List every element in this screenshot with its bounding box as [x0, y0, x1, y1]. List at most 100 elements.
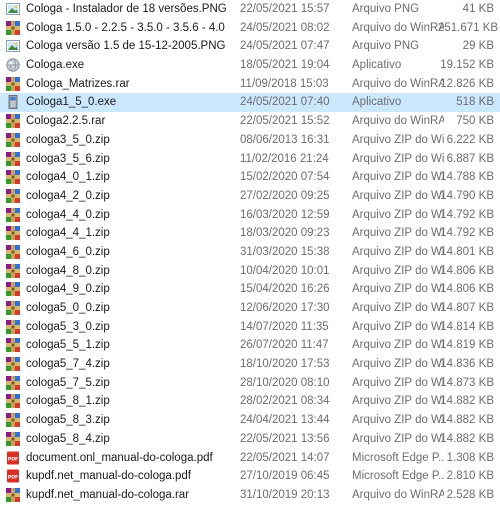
file-size: 19.152 KB: [440, 59, 494, 72]
file-row[interactable]: cologa5_7_4.zip 18/10/2020 17:53 Arquivo…: [0, 355, 500, 374]
file-type: Aplicativo: [352, 59, 402, 72]
file-date-modified: 27/02/2020 09:25: [240, 189, 330, 202]
file-date-modified: 22/05/2021 15:57: [240, 3, 330, 15]
file-date-modified: 18/10/2020 17:53: [240, 358, 330, 371]
svg-text:PDF: PDF: [8, 456, 18, 462]
file-size: 14.882 KB: [440, 414, 494, 427]
file-row[interactable]: cologa4_9_0.zip 15/04/2020 16:26 Arquivo…: [0, 280, 500, 299]
file-row[interactable]: PDF document.onl_manual-do-cologa.pdf 22…: [0, 449, 500, 468]
file-type: Aplicativo: [352, 96, 402, 109]
file-name: cologa5_8_4.zip: [26, 432, 110, 445]
file-type: Arquivo do WinRAR: [352, 115, 444, 128]
file-type: Arquivo ZIP do Wi...: [352, 395, 444, 408]
file-row[interactable]: Cologa2.2.5.rar 22/05/2021 15:52 Arquivo…: [0, 112, 500, 131]
file-row[interactable]: Cologa versão 1.5 de 15-12-2005.PNG 24/0…: [0, 37, 500, 56]
file-date-modified: 15/02/2020 07:54: [240, 171, 330, 184]
file-type: Arquivo ZIP do Wi...: [352, 320, 444, 333]
file-type: Arquivo ZIP do Wi...: [352, 208, 444, 221]
winrar-archive-icon: [6, 487, 20, 502]
file-date-modified: 08/06/2013 16:31: [240, 133, 330, 146]
file-type: Arquivo ZIP do Wi...: [352, 283, 444, 296]
file-size: 41 KB: [462, 3, 494, 15]
file-date-modified: 27/10/2019 06:45: [240, 470, 330, 483]
file-row[interactable]: cologa5_7_5.zip 28/10/2020 08:10 Arquivo…: [0, 374, 500, 393]
installer-icon: [6, 95, 20, 110]
file-row[interactable]: Cologa - Instalador de 18 versões.PNG 22…: [0, 0, 500, 19]
file-date-modified: 28/10/2020 08:10: [240, 376, 330, 389]
file-type: Arquivo do WinRAR: [352, 21, 444, 34]
file-row[interactable]: Cologa 1.5.0 - 2.2.5 - 3.5.0 - 3.5.6 - 4…: [0, 19, 500, 38]
image-file-icon: [6, 39, 20, 53]
file-name: cologa5_3_0.zip: [26, 320, 110, 333]
file-name: cologa4_0_1.zip: [26, 171, 110, 184]
winrar-archive-icon: [6, 76, 20, 91]
file-size: 14.814 KB: [440, 320, 494, 333]
file-name: cologa5_7_4.zip: [26, 358, 110, 371]
file-date-modified: 12/06/2020 17:30: [240, 302, 330, 314]
file-type: Arquivo ZIP do Wi...: [352, 152, 444, 165]
file-row[interactable]: cologa3_5_0.zip 08/06/2013 16:31 Arquivo…: [0, 131, 500, 150]
file-row[interactable]: PDF kupdf.net_manual-do-cologa.pdf 27/10…: [0, 467, 500, 486]
file-date-modified: 22/05/2021 15:52: [240, 115, 330, 128]
file-row[interactable]: cologa5_0_0.zip 12/06/2020 17:30 Arquivo…: [0, 299, 500, 318]
file-row[interactable]: cologa4_2_0.zip 27/02/2020 09:25 Arquivo…: [0, 187, 500, 206]
pdf-file-icon: PDF: [6, 451, 20, 465]
file-name: cologa4_2_0.zip: [26, 189, 110, 202]
file-name: Cologa1_5_0.exe: [26, 96, 117, 109]
file-row[interactable]: cologa5_8_4.zip 22/05/2021 13:56 Arquivo…: [0, 430, 500, 449]
winrar-archive-icon: [6, 263, 20, 278]
file-name: cologa5_8_1.zip: [26, 395, 110, 408]
file-row[interactable]: Cologa_Matrizes.rar 11/09/2018 15:03 Arq…: [0, 75, 500, 94]
file-row[interactable]: cologa4_8_0.zip 10/04/2020 10:01 Arquivo…: [0, 262, 500, 281]
file-type: Arquivo ZIP do Wi...: [352, 358, 444, 371]
file-size: 14.819 KB: [440, 339, 494, 352]
file-row[interactable]: cologa5_8_3.zip 24/04/2021 13:44 Arquivo…: [0, 411, 500, 430]
file-date-modified: 18/03/2020 09:23: [240, 227, 330, 240]
winrar-archive-icon: [6, 338, 20, 353]
file-row[interactable]: Cologa1_5_0.exe 24/05/2021 07:40 Aplicat…: [0, 93, 500, 113]
file-date-modified: 28/02/2021 08:34: [240, 395, 330, 408]
file-date-modified: 24/05/2021 08:02: [240, 21, 330, 34]
file-date-modified: 26/07/2020 11:47: [240, 339, 329, 352]
file-type: Arquivo ZIP do Wi...: [352, 227, 444, 240]
file-date-modified: 22/05/2021 14:07: [240, 451, 330, 464]
file-date-modified: 11/09/2018 15:03: [240, 77, 329, 90]
file-row[interactable]: kupdf.net_manual-do-cologa.rar 31/10/201…: [0, 486, 500, 505]
file-type: Arquivo ZIP do Wi...: [352, 339, 444, 352]
file-row[interactable]: cologa5_3_0.zip 14/07/2020 11:35 Arquivo…: [0, 318, 500, 337]
file-size: 14.836 KB: [440, 358, 494, 371]
winrar-archive-icon: [6, 431, 20, 446]
file-name: kupdf.net_manual-do-cologa.rar: [26, 488, 190, 501]
file-size: 12.826 KB: [440, 77, 494, 90]
file-size: 29 KB: [462, 40, 494, 53]
file-row[interactable]: cologa4_6_0.zip 31/03/2020 15:38 Arquivo…: [0, 243, 500, 262]
file-type: Microsoft Edge P...: [352, 451, 444, 464]
file-name: Cologa 1.5.0 - 2.2.5 - 3.5.0 - 3.5.6 - 4…: [26, 21, 226, 34]
file-name: cologa4_4_0.zip: [26, 208, 110, 221]
file-row[interactable]: Cologa.exe 18/05/2021 19:04 Aplicativo 1…: [0, 56, 500, 75]
file-type: Microsoft Edge P...: [352, 470, 444, 483]
file-name: document.onl_manual-do-cologa.pdf: [26, 451, 213, 464]
file-row[interactable]: cologa5_8_1.zip 28/02/2021 08:34 Arquivo…: [0, 392, 500, 411]
file-row[interactable]: cologa4_0_1.zip 15/02/2020 07:54 Arquivo…: [0, 168, 500, 187]
winrar-archive-icon: [6, 357, 20, 372]
file-name: cologa4_8_0.zip: [26, 264, 110, 277]
file-size: 14.788 KB: [440, 171, 494, 184]
file-size: 14.806 KB: [440, 264, 494, 277]
winrar-archive-icon: [6, 226, 20, 241]
file-size: 518 KB: [456, 96, 494, 109]
file-size: 2.810 KB: [446, 470, 494, 483]
file-row[interactable]: cologa4_4_1.zip 18/03/2020 09:23 Arquivo…: [0, 224, 500, 243]
file-row[interactable]: cologa4_4_0.zip 16/03/2020 12:59 Arquivo…: [0, 206, 500, 225]
file-size: 14.792 KB: [440, 208, 494, 221]
file-size: 14.807 KB: [440, 302, 494, 314]
file-size: 251.671 KB: [438, 21, 499, 34]
file-type: Arquivo ZIP do Wi...: [352, 264, 444, 277]
winrar-archive-icon: [6, 282, 20, 297]
file-date-modified: 24/04/2021 13:44: [240, 414, 330, 427]
file-row[interactable]: cologa3_5_6.zip 11/02/2016 21:24 Arquivo…: [0, 150, 500, 169]
winrar-archive-icon: [6, 207, 20, 222]
file-size: 14.792 KB: [440, 227, 494, 240]
file-row[interactable]: cologa5_5_1.zip 26/07/2020 11:47 Arquivo…: [0, 336, 500, 355]
file-name: cologa4_6_0.zip: [26, 245, 110, 258]
